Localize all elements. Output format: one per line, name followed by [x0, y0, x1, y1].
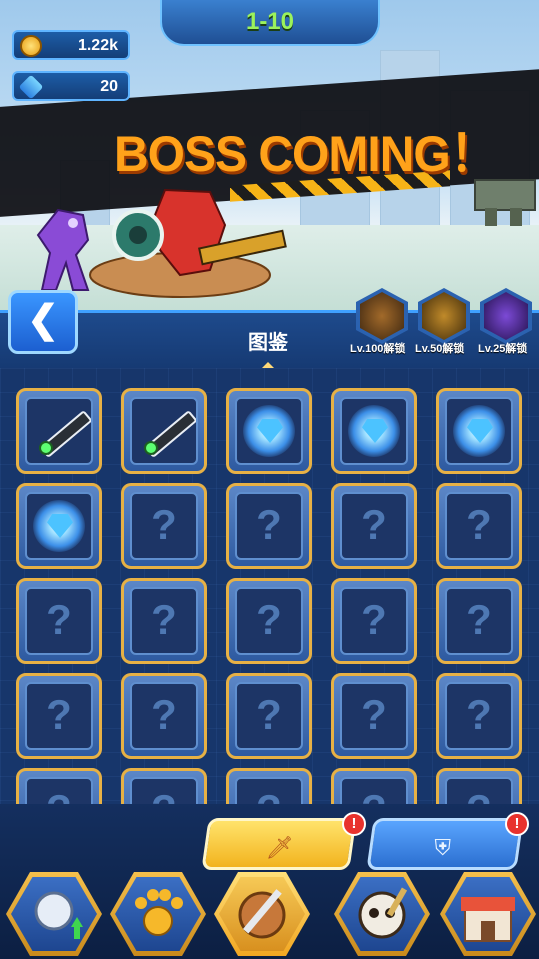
cell-frame — [340, 587, 408, 655]
cannon-muzzle-icon — [39, 441, 53, 455]
collection-cell-weapon[interactable] — [16, 388, 102, 474]
shield-icon: ⛨ — [434, 835, 451, 860]
locked-collection-cell[interactable] — [16, 768, 102, 804]
boss-coming-text: BOSS COMING！ — [114, 126, 498, 183]
collection-title: 图鉴 — [248, 332, 288, 354]
weapon-tab-button[interactable]: 🗡 — [201, 818, 357, 870]
locked-collection-cell[interactable] — [331, 483, 417, 569]
collection-cell-weapon[interactable] — [121, 388, 207, 474]
locked-collection-cell[interactable] — [121, 483, 207, 569]
dark-warrior-icon — [484, 292, 528, 340]
nav-frame — [115, 877, 201, 951]
nav-frame — [445, 877, 531, 951]
locked-collection-cell[interactable] — [436, 768, 522, 804]
cell-frame — [130, 682, 198, 750]
cell-frame — [340, 682, 408, 750]
cell-frame — [340, 492, 408, 560]
nav-frame — [219, 877, 305, 951]
cell-frame — [340, 777, 408, 804]
cell-frame — [130, 777, 198, 804]
mech-turret — [474, 179, 536, 226]
sword-shield-icon — [238, 889, 286, 939]
battle-scene: BOSS COMING！ 1-10 1.22k 20 — [0, 0, 539, 320]
locked-collection-cell[interactable] — [16, 673, 102, 759]
cell-frame — [130, 492, 198, 560]
sword-icon: 🗡 — [265, 835, 294, 860]
gem-counter: 20 — [12, 71, 130, 101]
stage-label: 1-10 — [245, 8, 295, 35]
hero-upgrade-icon — [34, 891, 83, 939]
cell-frame — [445, 492, 513, 560]
cell-frame — [25, 777, 93, 804]
lock-label-lv50: Lv.50解锁 — [415, 343, 465, 355]
paw-icon — [135, 889, 183, 936]
skull-pirate-icon — [358, 887, 408, 939]
locked-collection-cell[interactable] — [121, 673, 207, 759]
cell-frame — [235, 682, 303, 750]
cell-frame — [235, 587, 303, 655]
stage-indicator: 1-10 — [160, 0, 380, 46]
gem-icon — [18, 74, 44, 100]
back-button[interactable]: ❮ — [8, 290, 78, 354]
cell-frame — [235, 492, 303, 560]
nav-frame — [11, 877, 97, 951]
cell-frame — [445, 397, 513, 465]
locked-collection-cell[interactable] — [436, 578, 522, 664]
collection-cell-discovered[interactable] — [226, 388, 312, 474]
cannon-muzzle-icon — [144, 441, 158, 455]
locked-collection-cell[interactable] — [331, 768, 417, 804]
locked-collection-cell[interactable] — [121, 578, 207, 664]
collection-cell-discovered[interactable] — [331, 388, 417, 474]
coin-icon — [20, 35, 42, 57]
locked-collection-cell[interactable] — [436, 483, 522, 569]
collection-cell-discovered[interactable] — [16, 483, 102, 569]
armor-alert-badge: ! — [505, 812, 529, 836]
red-robot-boss — [89, 188, 287, 298]
locked-collection-cell[interactable] — [226, 578, 312, 664]
gem-value: 20 — [100, 78, 118, 95]
chevron-left-icon: ❮ — [27, 299, 59, 341]
cell-frame — [235, 397, 303, 465]
lock-label-lv100: Lv.100解锁 — [350, 343, 406, 355]
locked-collection-cell[interactable] — [331, 578, 417, 664]
coin-value: 1.22k — [77, 37, 118, 54]
lock-label-lv25: Lv.25解锁 — [478, 343, 528, 355]
armor-tab-button[interactable]: ⛨ — [366, 818, 524, 870]
locked-collection-cell[interactable] — [436, 673, 522, 759]
locked-collection-cell[interactable] — [226, 673, 312, 759]
cell-frame — [445, 682, 513, 750]
locked-collection-cell[interactable] — [121, 768, 207, 804]
locked-collection-cell[interactable] — [226, 483, 312, 569]
cell-frame — [340, 397, 408, 465]
nav-frame — [339, 877, 425, 951]
locked-collection-cell[interactable] — [331, 673, 417, 759]
cell-frame — [25, 397, 93, 465]
cell-frame — [445, 587, 513, 655]
cell-frame — [25, 587, 93, 655]
cell-frame — [445, 777, 513, 804]
cell-frame — [130, 397, 198, 465]
cell-frame — [25, 492, 93, 560]
cell-frame — [25, 682, 93, 750]
locked-collection-cell[interactable] — [226, 768, 312, 804]
sword-altar-icon — [422, 292, 466, 340]
coin-counter: 1.22k — [12, 30, 130, 60]
collection-cell-discovered[interactable] — [436, 388, 522, 474]
shop-icon — [461, 897, 515, 942]
weapon-alert-badge: ! — [342, 812, 366, 836]
cell-frame — [235, 777, 303, 804]
chest-icon — [360, 292, 404, 340]
cell-frame — [130, 587, 198, 655]
locked-collection-cell[interactable] — [16, 578, 102, 664]
collection-grid — [0, 368, 539, 804]
